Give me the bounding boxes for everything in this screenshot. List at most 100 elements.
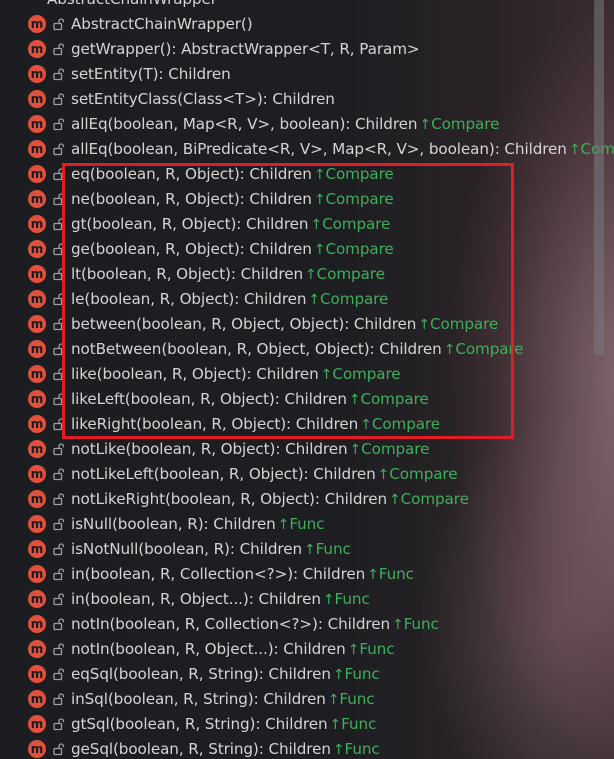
inherited-from-label: Func: [339, 690, 375, 708]
member-row[interactable]: m isNull(boolean, R): Children ↑Func: [0, 512, 614, 537]
member-row[interactable]: m AbstractChainWrapper(): [0, 12, 614, 37]
member-row[interactable]: m allEq(boolean, Map<R, V>, boolean): Chi…: [0, 112, 614, 137]
member-row[interactable]: m lt(boolean, R, Object): Children ↑Compar…: [0, 262, 614, 287]
member-name: notIn(boolean, R, Collection<?>): Childr…: [71, 615, 390, 633]
inherited-from-label: Func: [334, 590, 370, 608]
up-arrow-icon: ↑: [313, 167, 326, 183]
member-row[interactable]: m getWrapper(): AbstractWrapper<T, R, Par…: [0, 37, 614, 62]
lock-open-icon: [52, 292, 66, 306]
member-row[interactable]: m notIn(boolean, R, Object...): Children ↑…: [0, 637, 614, 662]
inherited-from-label: Compare: [361, 440, 430, 458]
method-icon: m: [28, 15, 46, 33]
method-icon: m: [28, 90, 46, 108]
member-row[interactable]: m notLikeRight(boolean, R, Object): Child…: [0, 487, 614, 512]
member-signature: ge(boolean, R, Object): Children ↑Compare: [71, 240, 394, 260]
lock-open-icon: [52, 417, 66, 431]
inherited-from-tag: ↑Func: [278, 515, 325, 533]
member-row[interactable]: m likeRight(boolean, R, Object): Children…: [0, 412, 614, 437]
member-signature: notIn(boolean, R, Collection<?>): Childr…: [71, 615, 439, 635]
member-row[interactable]: m inSql(boolean, R, String): Children ↑Fun…: [0, 687, 614, 712]
inherited-from-label: Compare: [360, 390, 429, 408]
inherited-from-tag: ↑Compare: [360, 415, 440, 433]
member-row[interactable]: m setEntityClass(Class<T>): Children: [0, 87, 614, 112]
member-name: likeLeft(boolean, R, Object): Children: [71, 390, 347, 408]
inherited-from-tag: ↑Func: [304, 540, 351, 558]
method-icon: m: [28, 590, 46, 608]
inherited-from-label: Func: [378, 565, 414, 583]
member-signature: inSql(boolean, R, String): Children ↑Func: [71, 690, 375, 710]
member-row[interactable]: m gtSql(boolean, R, String): Children ↑Fun…: [0, 712, 614, 737]
member-signature: allEq(boolean, BiPredicate<R, V>, Map<R,…: [71, 140, 614, 160]
inherited-from-label: Func: [344, 740, 380, 758]
member-row[interactable]: m in(boolean, R, Object...): Children ↑Fun…: [0, 587, 614, 612]
member-row[interactable]: m allEq(boolean, BiPredicate<R, V>, Map<R…: [0, 137, 614, 162]
up-arrow-icon: ↑: [327, 692, 340, 708]
member-row[interactable]: m notLikeLeft(boolean, R, Object): Childr…: [0, 462, 614, 487]
method-icon: m: [28, 190, 46, 208]
inherited-from-label: Compare: [431, 115, 500, 133]
inherited-from-label: Compare: [316, 265, 385, 283]
member-row[interactable]: m in(boolean, R, Collection<?>): Children…: [0, 562, 614, 587]
inherited-from-label: Func: [344, 665, 380, 683]
inherited-from-label: Compare: [325, 190, 394, 208]
method-icon: m: [28, 365, 46, 383]
member-row[interactable]: m notBetween(boolean, R, Object, Object):…: [0, 337, 614, 362]
method-icon: m: [28, 465, 46, 483]
member-row[interactable]: m setEntity(T): Children: [0, 62, 614, 87]
lock-open-icon: [52, 42, 66, 56]
member-row[interactable]: m like(boolean, R, Object): Children ↑Comp…: [0, 362, 614, 387]
method-icon: m: [28, 615, 46, 633]
vertical-scrollbar[interactable]: [594, 0, 604, 355]
method-icon: m: [28, 740, 46, 758]
up-arrow-icon: ↑: [332, 667, 345, 683]
up-arrow-icon: ↑: [313, 242, 326, 258]
lock-open-icon: [52, 392, 66, 406]
inherited-from-label: Compare: [389, 465, 458, 483]
method-icon: m: [28, 115, 46, 133]
inherited-from-label: Func: [359, 640, 395, 658]
lock-open-icon: [52, 592, 66, 606]
member-row[interactable]: m notIn(boolean, R, Collection<?>): Child…: [0, 612, 614, 637]
member-row[interactable]: m likeLeft(boolean, R, Object): Children ↑…: [0, 387, 614, 412]
member-row[interactable]: m eqSql(boolean, R, String): Children ↑Fun…: [0, 662, 614, 687]
member-signature: notIn(boolean, R, Object...): Children ↑F…: [71, 640, 395, 660]
member-row[interactable]: m notLike(boolean, R, Object): Children ↑C…: [0, 437, 614, 462]
member-row[interactable]: m eq(boolean, R, Object): Children ↑Compar…: [0, 162, 614, 187]
lock-open-icon: [52, 442, 66, 456]
member-name: eqSql(boolean, R, String): Children: [71, 665, 331, 683]
method-icon: m: [28, 390, 46, 408]
lock-open-icon: [52, 517, 66, 531]
member-row[interactable]: m between(boolean, R, Object, Object): Ch…: [0, 312, 614, 337]
lock-open-icon: [52, 667, 66, 681]
method-icon: m: [28, 165, 46, 183]
member-name: lt(boolean, R, Object): Children: [71, 265, 304, 283]
lock-open-icon: [52, 117, 66, 131]
inherited-from-tag: ↑Compare: [310, 215, 390, 233]
class-header-title: AbstractChainWrapper: [47, 0, 217, 9]
member-row[interactable]: m ne(boolean, R, Object): Children ↑Compar…: [0, 187, 614, 212]
member-signature: le(boolean, R, Object): Children ↑Compare: [71, 290, 388, 310]
up-arrow-icon: ↑: [347, 642, 360, 658]
inherited-from-tag: ↑Func: [333, 665, 380, 683]
inherited-from-tag: ↑Func: [330, 715, 377, 733]
member-signature: eqSql(boolean, R, String): Children ↑Func: [71, 665, 380, 685]
up-arrow-icon: ↑: [305, 267, 317, 283]
member-row[interactable]: m gt(boolean, R, Object): Children ↑Compar…: [0, 212, 614, 237]
up-arrow-icon: ↑: [360, 417, 372, 433]
lock-open-icon: [52, 542, 66, 556]
class-header-row[interactable]: AbstractChainWrapper: [0, 0, 614, 12]
inherited-from-label: Func: [289, 515, 325, 533]
member-signature: geSql(boolean, R, String): Children ↑Func: [71, 740, 380, 759]
member-row[interactable]: m le(boolean, R, Object): Children ↑Compar…: [0, 287, 614, 312]
member-name: notLike(boolean, R, Object): Children: [71, 440, 348, 458]
lock-open-icon: [52, 92, 66, 106]
up-arrow-icon: ↑: [568, 142, 581, 158]
method-icon: m: [28, 265, 46, 283]
member-row[interactable]: m geSql(boolean, R, String): Children ↑Fun…: [0, 737, 614, 759]
member-signature: isNull(boolean, R): Children ↑Func: [71, 515, 325, 535]
inherited-from-label: Compare: [429, 315, 499, 333]
member-row[interactable]: m ge(boolean, R, Object): Children ↑Compar…: [0, 237, 614, 262]
lock-open-icon: [52, 717, 66, 731]
lock-open-icon: [52, 492, 66, 506]
member-row[interactable]: m isNotNull(boolean, R): Children ↑Func: [0, 537, 614, 562]
